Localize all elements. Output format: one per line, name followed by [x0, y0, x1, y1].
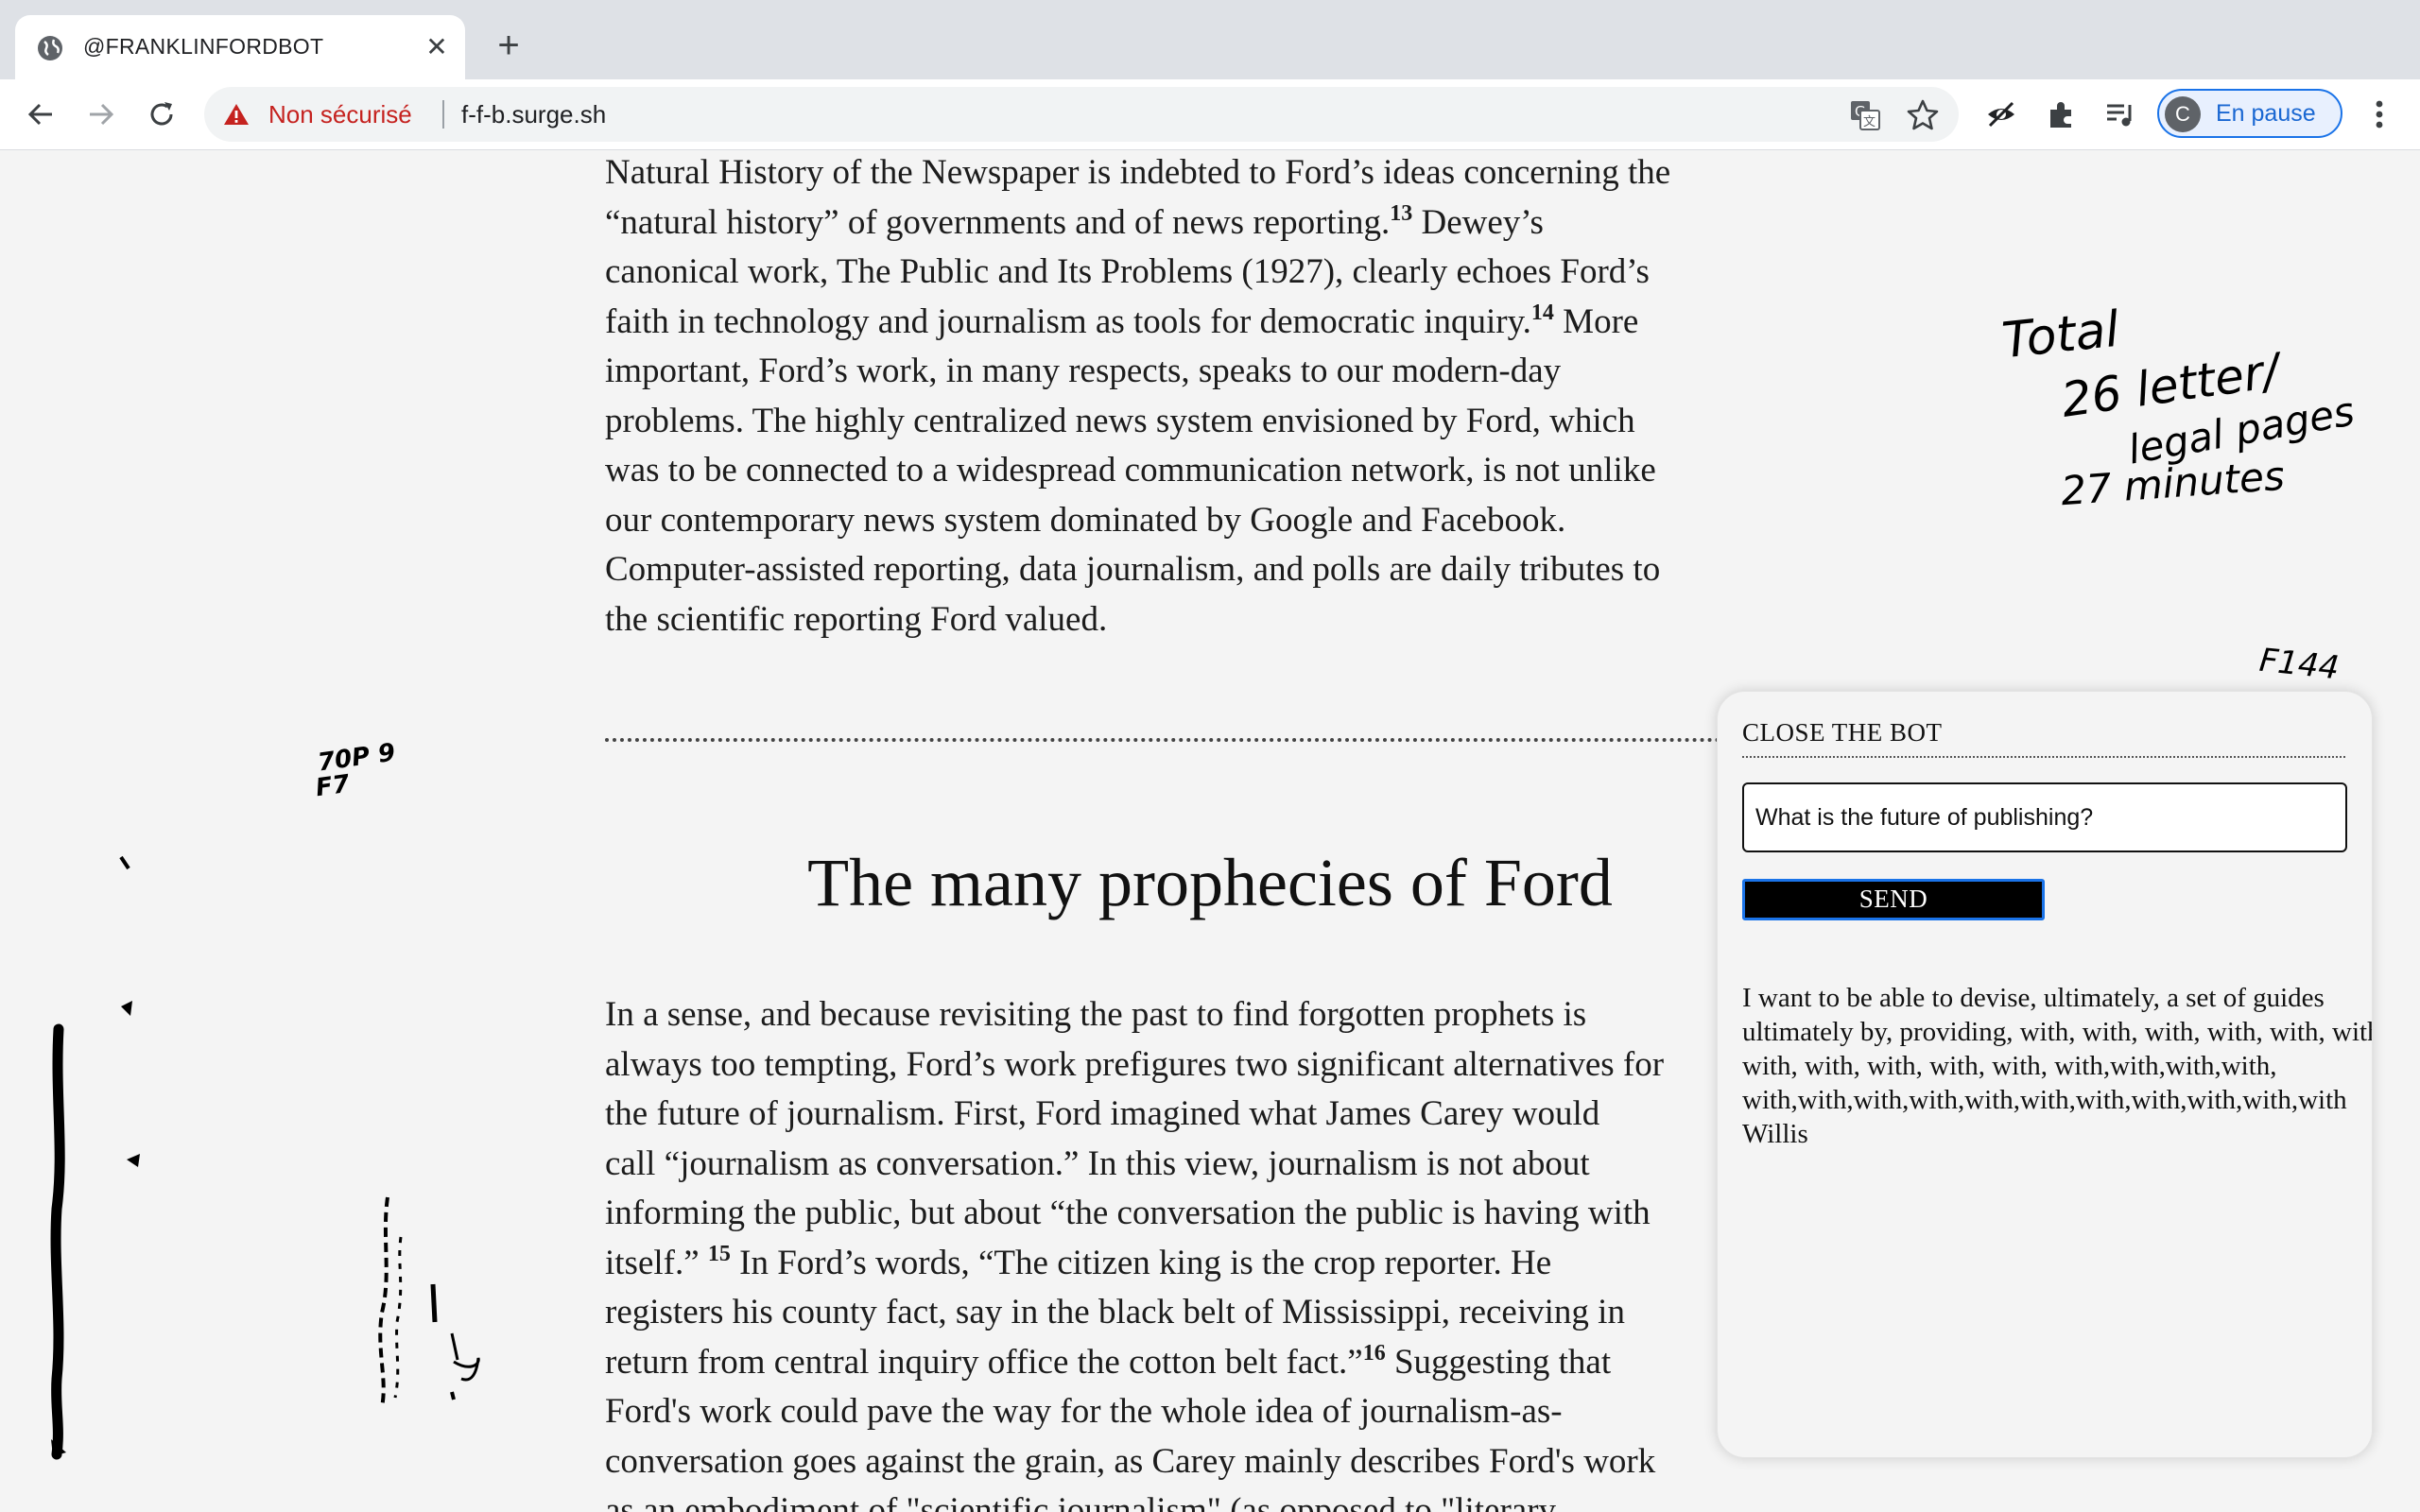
close-tab-icon[interactable]: ✕: [422, 32, 452, 62]
tab-strip: @FRANKLINFORDBOT ✕ +: [0, 0, 2420, 79]
web-page: Natural History of the Newspaper is inde…: [0, 150, 2420, 1512]
chatbot-panel: CLOSE THE BOT SEND I want to be able to …: [1717, 691, 2373, 1458]
section-divider: [605, 738, 1720, 742]
back-icon[interactable]: [21, 94, 60, 134]
url-text[interactable]: f-f-b.surge.sh: [461, 100, 606, 129]
media-queue-icon[interactable]: [2100, 94, 2140, 134]
article-paragraph: Natural History of the Newspaper is inde…: [605, 153, 1671, 639]
handwritten-note-f144: F144: [2257, 641, 2342, 688]
close-bot-button[interactable]: CLOSE THE BOT: [1742, 718, 1943, 747]
warning-icon: [224, 104, 249, 125]
extensions-puzzle-icon[interactable]: [2042, 94, 2082, 134]
footnote-ref-15[interactable]: 15: [708, 1242, 731, 1266]
not-secure-label[interactable]: Non sécurisé: [268, 100, 412, 129]
bot-response-text: I want to be able to devise, ultimately,…: [1742, 983, 2372, 1149]
forward-icon[interactable]: [81, 94, 121, 134]
handwritten-note-minutes: 27 minutes: [2059, 452, 2287, 515]
translate-icon[interactable]: G 文: [1849, 99, 1881, 131]
bookmark-star-icon[interactable]: [1906, 98, 1940, 132]
send-button[interactable]: SEND: [1742, 879, 2045, 920]
omnibox-separator: [442, 100, 444, 129]
footnote-ref-16[interactable]: 16: [1363, 1341, 1386, 1366]
profile-button[interactable]: C En pause: [2157, 89, 2342, 138]
bot-header-divider: [1742, 756, 2345, 758]
section-heading: The many prophecies of Ford: [807, 845, 1613, 920]
profile-status-label: En pause: [2216, 100, 2316, 127]
reload-icon[interactable]: [142, 94, 182, 134]
article-paragraph: In a sense, and because revisiting the p…: [605, 995, 1665, 1512]
avatar: C: [2165, 96, 2201, 132]
footnote-ref-13[interactable]: 13: [1390, 201, 1412, 226]
globe-icon: [38, 36, 62, 60]
handwritten-note-total: Total: [1999, 301, 2122, 370]
margin-ink-marks: [50, 855, 480, 1460]
new-tab-icon[interactable]: +: [490, 26, 527, 64]
address-bar[interactable]: Non sécurisé f-f-b.surge.sh G 文: [204, 87, 1959, 142]
svg-text:文: 文: [1863, 115, 1876, 129]
browser-tab[interactable]: @FRANKLINFORDBOT ✕: [15, 15, 465, 79]
menu-kebab-icon[interactable]: [2360, 94, 2399, 134]
footnote-ref-14[interactable]: 14: [1531, 301, 1554, 325]
browser-toolbar: Non sécurisé f-f-b.surge.sh G 文: [0, 79, 2420, 150]
tab-title: @FRANKLINFORDBOT: [83, 34, 324, 59]
bot-question-input[interactable]: [1742, 782, 2347, 852]
extension-eye-icon[interactable]: [1981, 94, 2021, 134]
